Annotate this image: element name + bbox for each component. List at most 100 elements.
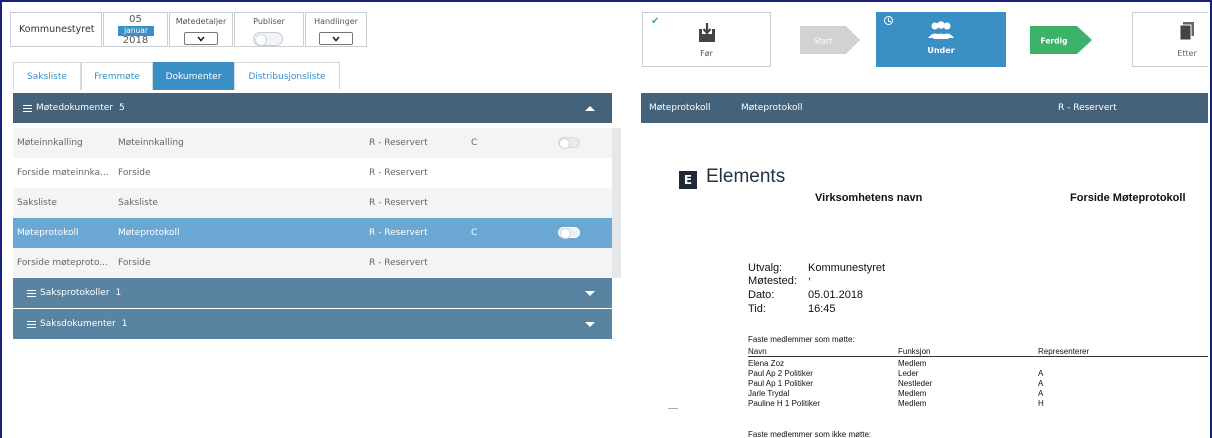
- publish-control: Publiser: [234, 12, 304, 47]
- meta-key: Dato:: [748, 289, 775, 301]
- tab-fremmote[interactable]: Fremmøte: [81, 62, 153, 90]
- table-rule: [748, 356, 1208, 357]
- workflow-step-ferdig[interactable]: Ferdig: [1030, 26, 1092, 54]
- list-icon: [23, 104, 32, 112]
- page-marker: [668, 408, 678, 409]
- doc-publish-toggle[interactable]: [558, 137, 580, 149]
- doc-name: Møteinnkalling: [17, 138, 83, 148]
- download-icon: [699, 23, 715, 42]
- list-item[interactable]: Forside møteproto... Forside R - Reserve…: [13, 248, 612, 278]
- preview-doc-name: Møteprotokoll: [649, 103, 711, 113]
- group-count: 5: [118, 103, 125, 113]
- doc-name: Saksliste: [17, 198, 57, 208]
- publish-toggle[interactable]: [253, 32, 283, 46]
- list-icon: [27, 289, 36, 297]
- collapse-icon[interactable]: [585, 105, 595, 111]
- step-label: Etter: [1177, 49, 1197, 58]
- group-count: 1: [115, 288, 122, 298]
- document-preview[interactable]: E Elements Virksomhetens navn Forside Mø…: [640, 123, 1208, 438]
- list-icon: [27, 320, 36, 328]
- column-header: Funksjon: [898, 347, 931, 356]
- list-scrollbar[interactable]: [612, 128, 621, 278]
- elements-logo-text: Elements: [706, 166, 786, 187]
- member-name: Paul Ap 2 Politiker: [748, 369, 813, 378]
- doc-name: Møteprotokoll: [17, 228, 79, 238]
- member-rep: A: [1038, 379, 1044, 388]
- group-label: Møtedokumenter: [36, 103, 113, 113]
- doc-publish-toggle[interactable]: [558, 227, 580, 239]
- member-role: Leder: [898, 369, 919, 378]
- member-name: Jarle Trydal: [748, 389, 790, 398]
- list-item-selected[interactable]: Møteprotokoll Møteprotokoll R - Reserver…: [13, 218, 612, 248]
- column-header: Representerer: [1038, 347, 1090, 356]
- doc-type: Forside: [118, 168, 151, 178]
- workflow-step-start[interactable]: Start: [800, 26, 860, 54]
- meta-key: Utvalg:: [748, 262, 783, 274]
- member-rep: A: [1038, 369, 1044, 378]
- tab-distribusjonsliste[interactable]: Distribusjonsliste: [234, 62, 340, 90]
- column-header: Navn: [748, 347, 767, 356]
- doc-type: Saksliste: [118, 198, 158, 208]
- member-role: Medlem: [898, 399, 927, 408]
- meta-key: Møtested:: [748, 275, 797, 287]
- org-name: Virksomhetens navn: [815, 192, 923, 204]
- preview-header: Møteprotokoll Møteprotokoll R - Reserver…: [641, 93, 1208, 123]
- member-role: Medlem: [898, 359, 927, 368]
- step-label: Ferdig: [1041, 37, 1068, 46]
- expand-icon[interactable]: [585, 290, 595, 296]
- member-role: Nestleder: [898, 379, 933, 388]
- workflow-step-for[interactable]: ✔ Før: [642, 12, 771, 67]
- actions-dropdown[interactable]: [319, 32, 353, 45]
- publish-label: Publiser: [253, 17, 285, 26]
- attending-heading: Faste medlemmer som møtte:: [748, 335, 855, 344]
- doc-access: R - Reservert: [369, 228, 428, 238]
- member-rep: A: [1038, 389, 1044, 398]
- committee-name: Kommunestyret: [19, 24, 95, 35]
- meeting-date[interactable]: 05 januar 2018: [103, 12, 168, 47]
- group-header-saksprotokoller[interactable]: Saksprotokoller 1: [13, 278, 612, 308]
- doc-access: R - Reservert: [369, 138, 428, 148]
- list-item[interactable]: Møteinnkalling Møteinnkalling R - Reserv…: [13, 128, 612, 158]
- doc-type: Forside: [118, 258, 151, 268]
- doc-flag: C: [471, 228, 478, 238]
- meeting-details-dropdown[interactable]: [184, 32, 218, 45]
- member-rep: H: [1038, 399, 1044, 408]
- workflow-step-under[interactable]: Under: [876, 12, 1006, 67]
- member-name: Paul Ap 1 Politiker: [748, 379, 813, 388]
- date-day: 05: [129, 14, 142, 25]
- group-count: 1: [121, 319, 128, 329]
- doc-access: R - Reservert: [369, 198, 428, 208]
- absent-heading: Faste medlemmer som ikke møtte:: [748, 430, 872, 438]
- meta-value: Kommunestyret: [808, 262, 886, 274]
- expand-icon[interactable]: [585, 321, 595, 327]
- doc-type: Møteprotokoll: [118, 228, 180, 238]
- tab-dokumenter[interactable]: Dokumenter: [153, 62, 234, 90]
- meta-key: Tid:: [748, 303, 766, 315]
- workflow-step-etter[interactable]: Etter: [1132, 12, 1208, 67]
- date-year: 2018: [122, 35, 149, 46]
- tab-saksliste[interactable]: Saksliste: [13, 62, 81, 90]
- meeting-details-control: Møtedetaljer: [169, 12, 233, 47]
- group-header-motedokumenter[interactable]: Møtedokumenter 5: [13, 93, 612, 123]
- preview-doc-type: Møteprotokoll: [741, 103, 803, 113]
- member-name: Pauline H 1 Politiker: [748, 399, 821, 408]
- doc-access: R - Reservert: [369, 168, 428, 178]
- meta-value: 05.01.2018: [808, 289, 864, 301]
- step-label: Før: [700, 49, 713, 58]
- chevron-down-icon: [197, 35, 205, 42]
- actions-control: Handlinger: [305, 12, 367, 47]
- actions-label: Handlinger: [314, 17, 358, 26]
- doc-flag: C: [471, 138, 478, 148]
- elements-logo-mark: E: [679, 171, 697, 189]
- document-title: Forside Møteprotokoll: [1070, 192, 1186, 204]
- step-label: Start: [814, 37, 832, 46]
- meta-value: 16:45: [808, 303, 836, 315]
- group-label: Saksdokumenter: [40, 319, 116, 329]
- list-item[interactable]: Saksliste Saksliste R - Reservert: [13, 188, 612, 218]
- step-label: Under: [927, 46, 955, 55]
- documents-icon: [1180, 22, 1194, 40]
- group-header-saksdokumenter[interactable]: Saksdokumenter 1: [13, 309, 612, 339]
- doc-name: Forside møteproto...: [17, 258, 108, 268]
- committee-selector[interactable]: Kommunestyret: [10, 12, 102, 47]
- list-item[interactable]: Forside møteinnka... Forside R - Reserve…: [13, 158, 612, 188]
